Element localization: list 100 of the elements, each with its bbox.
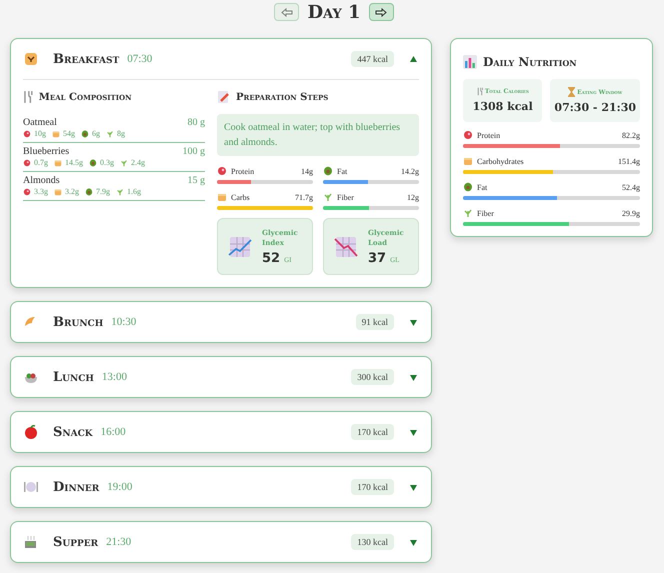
fat-icon: [85, 188, 93, 196]
macro-label: Fiber: [477, 208, 494, 218]
carbs-icon: [54, 188, 62, 196]
macro-amount: 3.2g: [65, 187, 79, 196]
macro-amount: 10g: [34, 129, 46, 138]
section-title: Meal Composition: [38, 92, 132, 102]
meal-time: 10:30: [111, 316, 136, 328]
meal-time: 21:30: [106, 536, 132, 548]
fiber-icon: [323, 192, 333, 202]
collapse-caret-icon: [410, 56, 417, 62]
meal-time: 19:00: [107, 481, 132, 493]
ingredient-amount: 15 g: [188, 175, 205, 186]
meal-name: Lunch: [53, 370, 94, 384]
meal-name: Snack: [53, 424, 93, 440]
right-arrow-icon: [375, 8, 388, 16]
glycemic-value: 52: [262, 250, 280, 266]
meal-time: 07:30: [127, 53, 152, 65]
calorie-badge: 91 kcal: [356, 314, 394, 330]
fiber-icon: [120, 158, 128, 166]
protein-icon: [23, 158, 31, 166]
macro-amount: 0.3g: [100, 158, 114, 167]
fiber-icon: [116, 188, 124, 196]
macro-value: 29.9g: [622, 208, 640, 218]
day-title: Day 1: [307, 2, 361, 22]
macro-label: Protein: [231, 166, 254, 176]
macro-value: 12g: [407, 192, 419, 202]
macro-label: Fat: [337, 166, 348, 176]
ingredient-amount: 80 g: [188, 117, 205, 128]
cup-icon: [23, 534, 39, 550]
ingredient-name: Blueberries: [23, 146, 70, 157]
carbs-icon: [54, 158, 62, 166]
macro-amount: 14.5g: [65, 158, 83, 167]
protein-icon: [217, 166, 227, 176]
macro-value: 82.2g: [622, 130, 640, 140]
glycemic-value: 37: [368, 250, 386, 266]
macro-amount: 1.6g: [127, 187, 141, 196]
macro-label: Fat: [477, 182, 488, 192]
preparation-text: Cook oatmeal in water; top with blueberries and almonds.: [217, 114, 419, 156]
fiber-icon: [106, 130, 114, 138]
plate-icon: [23, 479, 39, 495]
meal-name: Breakfast: [53, 52, 120, 66]
macro-value: 14g: [301, 166, 313, 176]
macro-amount: 2.4g: [131, 158, 145, 167]
fat-icon: [89, 158, 97, 166]
calorie-badge: 170 kcal: [351, 424, 394, 440]
meal-time: 13:00: [102, 371, 127, 383]
ingredient-name: Almonds: [23, 175, 60, 186]
rising-chart-icon: [228, 234, 252, 258]
apple-icon: [23, 424, 39, 440]
protein-icon: [23, 188, 31, 196]
ingredient-amount: 100 g: [182, 146, 205, 157]
meal-name: Dinner: [53, 480, 100, 494]
card-title: Daily Nutrition: [483, 55, 577, 69]
cutlery-icon: [476, 87, 483, 96]
stat-value: 07:30 - 21:30: [554, 101, 636, 114]
bar-chart-icon: [463, 55, 477, 69]
macro-label: Carbohydrates: [477, 156, 524, 166]
expand-caret-icon: [410, 428, 417, 436]
calorie-badge: 300 kcal: [351, 369, 394, 385]
next-day-button[interactable]: [368, 3, 394, 21]
protein-icon: [23, 130, 31, 138]
macro-value: 71.7g: [295, 192, 313, 202]
fiber-icon: [463, 208, 473, 218]
carbs-icon: [463, 156, 473, 166]
fat-icon: [323, 166, 333, 176]
stat-value: 1308 kcal: [472, 100, 533, 113]
macro-amount: 0.7g: [34, 158, 48, 167]
carbs-icon: [217, 192, 227, 202]
expand-caret-icon: [410, 318, 417, 326]
meal-time: 16:00: [100, 426, 126, 438]
meal-name: Supper: [53, 534, 98, 550]
calorie-badge: 130 kcal: [351, 534, 394, 550]
falling-chart-icon: [334, 234, 358, 258]
macro-value: 151.4g: [618, 156, 640, 166]
expand-caret-icon: [410, 484, 417, 490]
section-title: Preparation Steps: [236, 92, 328, 102]
macro-value: 52.4g: [622, 182, 640, 192]
expand-caret-icon: [410, 538, 417, 546]
notepad-pencil-icon: [217, 90, 230, 104]
ingredient-name: Oatmeal: [23, 117, 57, 128]
calorie-badge: 447 kcal: [351, 51, 394, 67]
hourglass-icon: [568, 87, 576, 97]
macro-amount: 3.3g: [34, 187, 48, 196]
cutlery-icon: [23, 90, 33, 104]
macro-amount: 7.9g: [96, 187, 110, 196]
calorie-badge: 170 kcal: [351, 479, 394, 495]
expand-caret-icon: [410, 374, 417, 380]
protein-icon: [463, 130, 473, 140]
fat-icon: [463, 182, 473, 192]
meal-name: Brunch: [53, 314, 104, 330]
macro-amount: 54g: [63, 129, 75, 138]
carbs-icon: [52, 130, 60, 138]
macro-amount: 6g: [92, 129, 100, 138]
macro-amount: 8g: [117, 129, 125, 138]
macro-label: Fiber: [337, 192, 354, 202]
macro-value: 14.2g: [401, 166, 419, 176]
left-arrow-icon: [280, 8, 293, 16]
macro-label: Protein: [477, 130, 500, 140]
macro-label: Carbs: [231, 192, 250, 202]
fat-icon: [81, 130, 89, 138]
